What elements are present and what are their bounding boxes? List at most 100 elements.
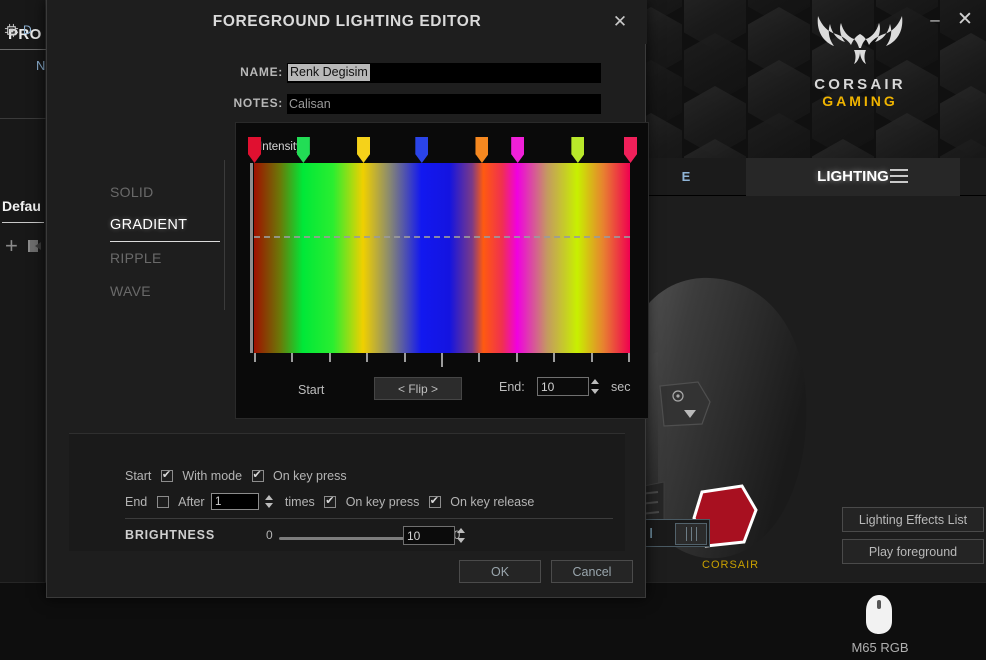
notes-input[interactable] [287,94,601,114]
sidebar-nav-label: N [36,58,46,73]
app-sidebar: PRO N D Defau + [0,0,46,660]
after-label: After [178,494,205,509]
start-trigger-row: Start With mode On key press [125,467,347,485]
end-time-label: End: [499,380,525,394]
gradient-marker-3[interactable] [415,137,429,163]
ruler-tick [628,353,630,362]
checkbox-start-on-key-press[interactable] [251,468,264,482]
foreground-lighting-editor-dialog: FOREGROUND LIGHTING EDITOR ✕ NAME: Renk … [46,0,649,598]
end-time-input[interactable] [537,377,589,396]
sidebar-item-device[interactable]: D [4,20,46,40]
down-arrow-icon[interactable] [457,538,465,543]
svg-text:CORSAIR: CORSAIR [702,559,759,571]
gradient-strip[interactable] [254,163,630,353]
down-arrow-icon[interactable] [265,503,274,509]
brightness-label: BRIGHTNESS [125,528,215,542]
end-on-key-press-label: On key press [345,494,420,509]
seconds-unit-label: sec [611,380,631,394]
brightness-spinner[interactable] [403,526,467,545]
ruler-tick [366,353,369,362]
gradient-marker-0[interactable] [248,137,261,163]
ruler-tick [478,353,481,362]
gradient-marker-swatch [475,137,489,163]
gradient-marker-6[interactable] [571,137,585,163]
hexagon-tile [748,113,810,158]
ruler-tick [553,353,556,362]
import-icon [28,240,41,252]
brightness-min-label: 0 [266,528,273,542]
mouse-device-icon[interactable] [864,593,894,635]
minimize-button[interactable]: – [922,8,948,32]
up-arrow-icon[interactable] [591,379,599,384]
intensity-label: Intensity [259,141,302,153]
ruler-tick [291,353,294,362]
end-time-spin-arrows[interactable] [591,377,600,396]
cancel-button[interactable]: Cancel [551,560,633,583]
ruler-tick [441,353,443,367]
import-profile-button[interactable] [26,238,44,259]
sidebar-device-label: D [23,23,32,37]
gradient-marker-swatch [248,137,261,163]
gradient-marker-5[interactable] [511,137,525,163]
play-foreground-button[interactable]: Play foreground [842,539,984,564]
gradient-marker-swatch [357,137,371,163]
foreground-slider-widget[interactable]: I [640,519,710,547]
times-label: times [284,494,315,509]
ok-button[interactable]: OK [459,560,541,583]
mode-tab-ripple[interactable]: RIPPLE [110,242,220,275]
down-arrow-icon[interactable] [591,389,599,394]
gradient-time-ruler [254,353,630,367]
mode-tab-gradient[interactable]: GRADIENT [110,209,220,242]
ruler-tick [254,353,256,362]
trigger-options-panel: Start With mode On key press End After t… [69,433,625,551]
up-arrow-icon[interactable] [457,528,465,533]
brightness-spin-arrows[interactable] [457,526,466,545]
gradient-marker-7[interactable] [624,137,637,163]
modal-vertical-divider [224,160,225,310]
sidebar-divider [0,118,46,119]
gradient-marker-swatch [571,137,585,163]
mode-tab-wave[interactable]: WAVE [110,275,220,308]
up-arrow-icon[interactable] [265,495,274,501]
gradient-start-label: Start [298,383,325,397]
name-label: NAME: [240,65,283,79]
effect-mode-tabs: SOLID GRADIENT RIPPLE WAVE [110,176,220,308]
checkbox-end-on-key-press[interactable] [324,494,337,508]
tab-lighting[interactable]: LIGHTING [746,158,960,196]
checkbox-end-after[interactable] [156,495,169,508]
gradient-marker-swatch [296,137,310,163]
device-name-label: M65 RGB [851,640,909,655]
dialog-close-icon[interactable]: ✕ [609,11,631,33]
text-caret-icon: I [649,525,654,542]
name-input-selection: Renk Degisim [288,64,370,81]
intensity-axis-rail [250,163,253,353]
ruler-tick [590,353,593,362]
flip-button[interactable]: < Flip > [374,377,462,400]
lighting-effects-list-button[interactable]: Lighting Effects List [842,507,984,532]
notes-label: NOTES: [233,96,283,110]
gradient-marker-4[interactable] [475,137,489,163]
repeat-count-spin-arrows[interactable] [265,493,274,510]
brightness-input[interactable] [403,526,455,545]
profile-default-label[interactable]: Defau [2,198,41,214]
end-time-spinner[interactable] [537,377,601,396]
brightness-divider [125,518,613,519]
gradient-marker-2[interactable] [357,137,371,163]
profile-active-underline [2,222,44,223]
gradient-editor-panel: Intensity Start < Flip > [235,122,649,419]
ruler-tick [403,353,406,362]
gradient-marker-1[interactable] [296,137,310,163]
repeat-count-input[interactable] [211,493,260,511]
gradient-fill [254,163,630,353]
checkbox-with-mode[interactable] [160,468,173,482]
hamburger-icon[interactable] [890,169,908,183]
add-profile-button[interactable]: + [5,235,18,257]
start-trigger-label: Start [125,468,152,483]
close-window-button[interactable]: ✕ [952,8,978,32]
gradient-marker-swatch [511,137,525,163]
slider-grip-handle[interactable] [675,523,707,545]
dialog-title: FOREGROUND LIGHTING EDITOR [47,0,647,44]
checkbox-end-on-key-release[interactable] [428,494,441,508]
mode-tab-solid[interactable]: SOLID [110,176,220,209]
tab-performance[interactable]: E [640,158,732,196]
